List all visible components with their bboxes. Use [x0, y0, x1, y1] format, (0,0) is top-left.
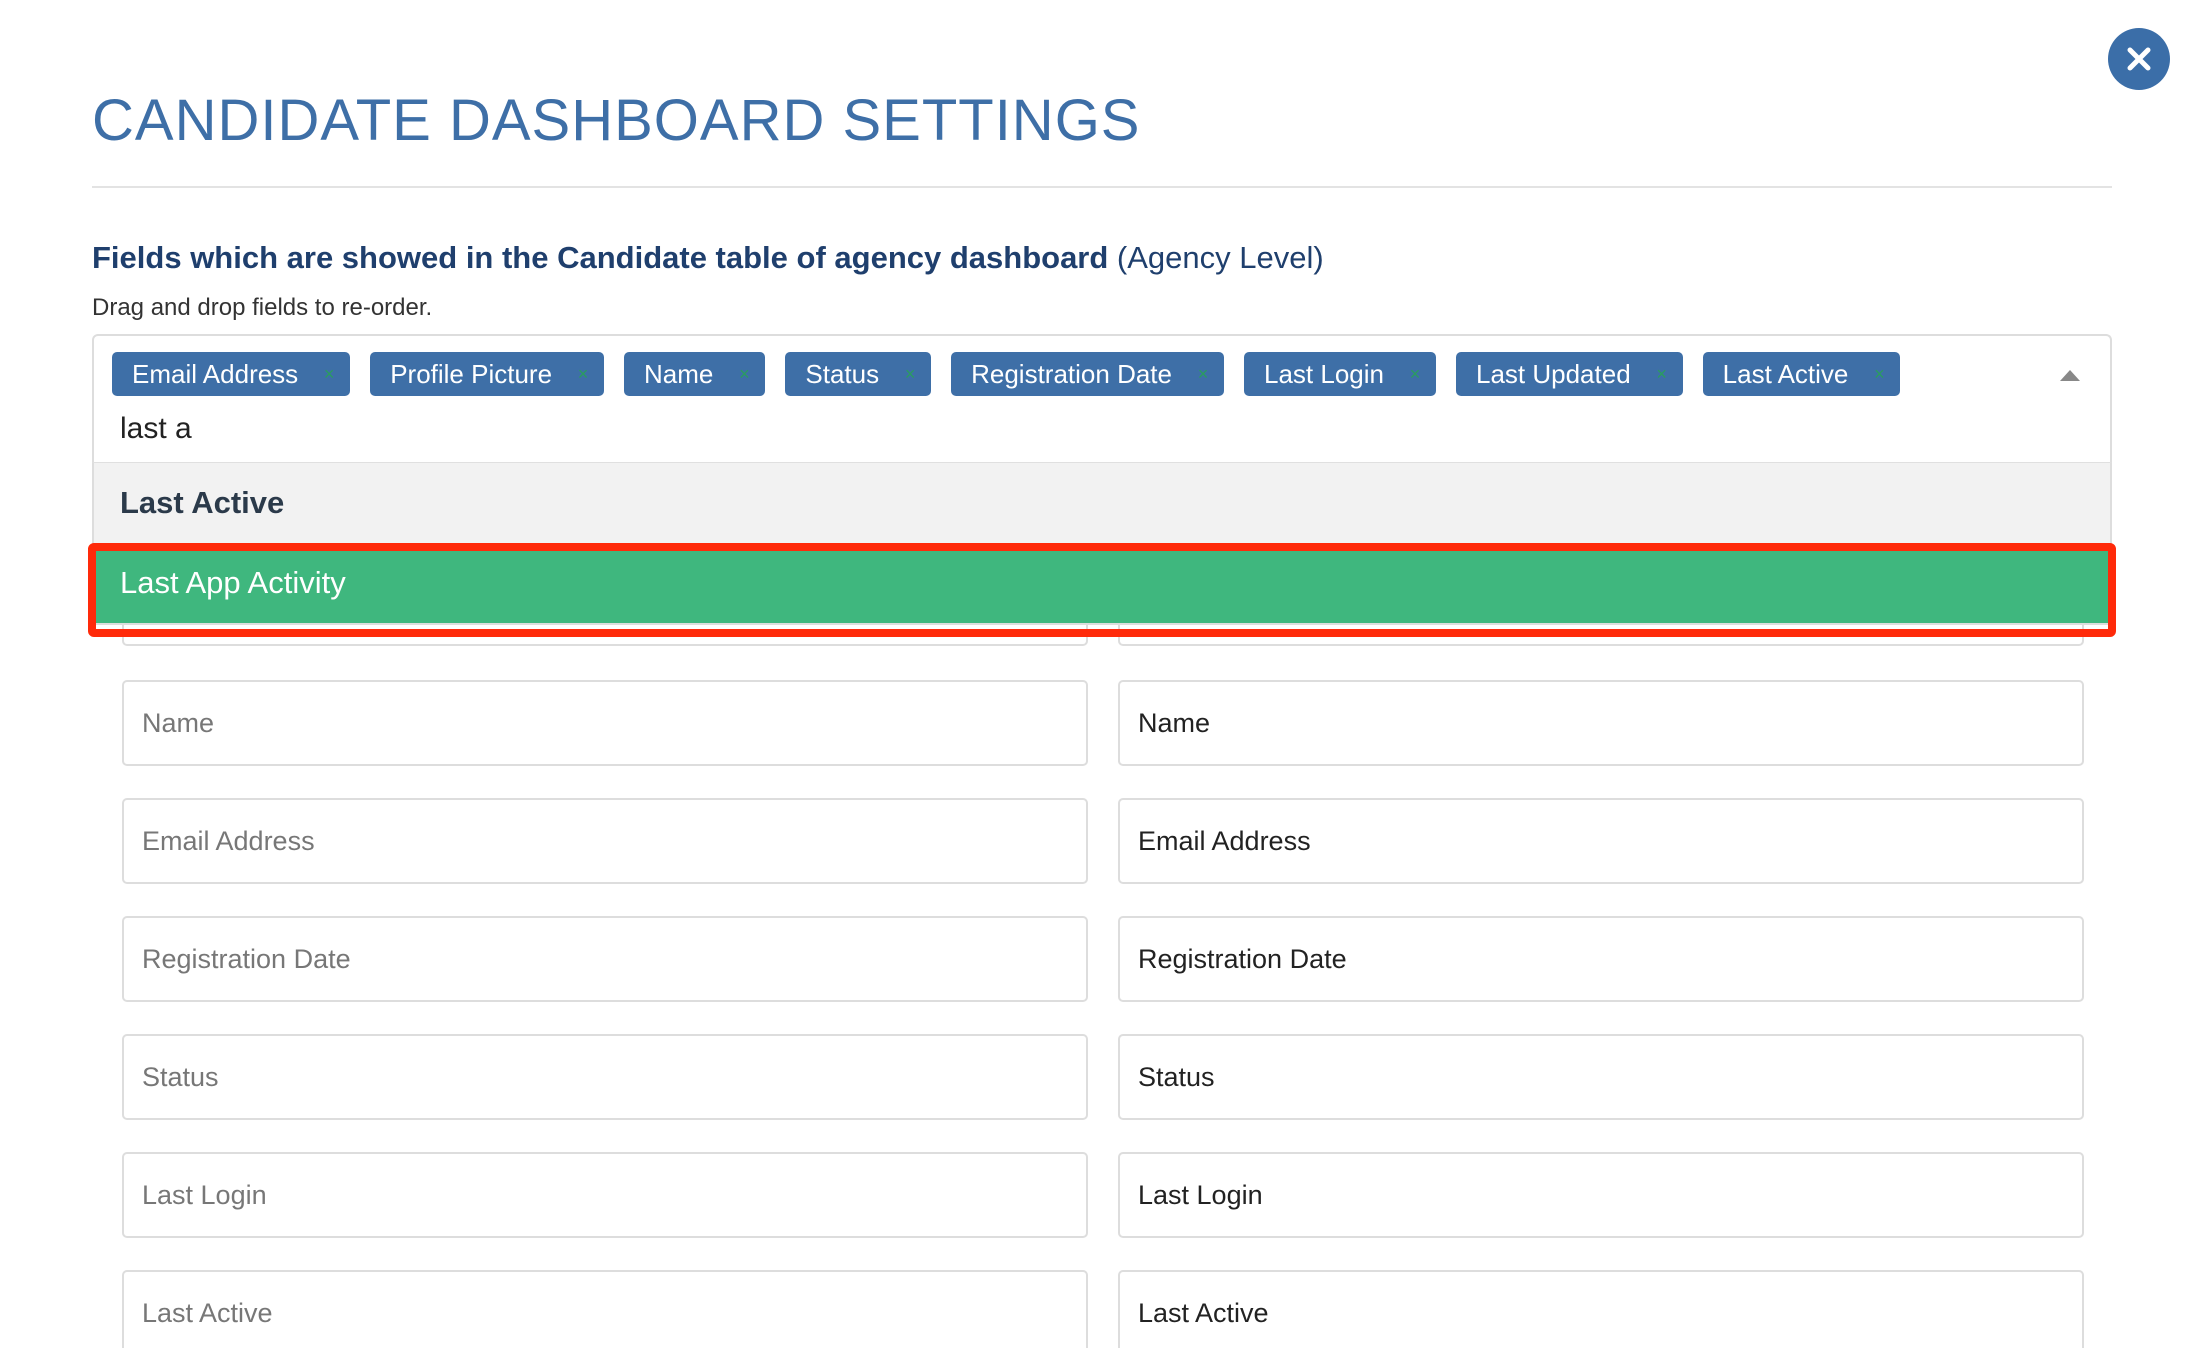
remove-chip-icon[interactable]: × — [322, 364, 336, 385]
caret-up-icon[interactable] — [2060, 370, 2080, 381]
close-icon — [2127, 47, 2151, 71]
remove-chip-icon[interactable]: × — [1655, 364, 1669, 385]
fields-dropdown: Last Active Last App Activity — [92, 462, 2112, 625]
label-value-input[interactable]: Status — [1118, 1034, 2084, 1120]
dropdown-option-last-active[interactable]: Last Active — [94, 463, 2110, 543]
label-placeholder-input[interactable]: Email Address — [122, 798, 1088, 884]
remove-chip-icon[interactable]: × — [576, 364, 590, 385]
dropdown-option-last-app-activity[interactable]: Last App Activity — [94, 543, 2110, 623]
remove-chip-icon[interactable]: × — [1196, 364, 1210, 385]
section-heading: Fields which are showed in the Candidate… — [92, 238, 1324, 278]
settings-modal: CANDIDATE DASHBOARD SETTINGS Fields whic… — [0, 0, 2188, 1348]
remove-chip-icon[interactable]: × — [903, 364, 917, 385]
label-value-input[interactable]: Last Active — [1118, 1270, 2084, 1348]
field-chip[interactable]: Last Active × — [1702, 352, 1901, 396]
label-value-input[interactable]: Name — [1118, 680, 2084, 766]
field-chip-label: Last Login — [1264, 358, 1384, 389]
label-placeholder-input[interactable]: Last Login — [122, 1152, 1088, 1238]
field-chip[interactable]: Registration Date × — [951, 352, 1224, 396]
section-heading-level: (Agency Level) — [1108, 240, 1324, 275]
remove-chip-icon[interactable]: × — [737, 364, 751, 385]
field-chip-label: Last Updated — [1475, 358, 1631, 389]
field-chip-label: Last Active — [1722, 358, 1849, 389]
fields-multiselect[interactable]: Email Address × Profile Picture × Name ×… — [92, 334, 2112, 464]
label-value-input[interactable]: Registration Date — [1118, 916, 2084, 1002]
field-chip-label: Profile Picture — [390, 358, 553, 389]
field-chip-label: Email Address — [132, 358, 299, 389]
page-title: CANDIDATE DASHBOARD SETTINGS — [92, 88, 1141, 153]
label-placeholder-input[interactable]: Last Active — [122, 1270, 1088, 1348]
field-chip[interactable]: Last Updated × — [1455, 352, 1683, 396]
field-chip[interactable]: Email Address × — [112, 352, 351, 396]
remove-chip-icon[interactable]: × — [1872, 364, 1886, 385]
title-divider — [92, 186, 2112, 188]
label-placeholder-input[interactable]: Registration Date — [122, 916, 1088, 1002]
field-chip[interactable]: Last Login × — [1244, 352, 1436, 396]
field-chip[interactable]: Profile Picture × — [370, 352, 605, 396]
field-chip[interactable]: Name × — [624, 352, 766, 396]
field-search-input[interactable] — [120, 406, 720, 452]
field-chip[interactable]: Status × — [785, 352, 932, 396]
section-heading-main: Fields which are showed in the Candidate… — [92, 240, 1109, 275]
helper-text: Drag and drop fields to re-order. — [92, 294, 433, 321]
field-chip-label: Status — [805, 358, 880, 389]
remove-chip-icon[interactable]: × — [1408, 364, 1422, 385]
label-placeholder-input[interactable]: Status — [122, 1034, 1088, 1120]
label-placeholder-input[interactable]: Name — [122, 680, 1088, 766]
close-button[interactable] — [2108, 28, 2170, 90]
field-chip-label: Name — [644, 358, 714, 389]
selected-fields-list: Email Address × Profile Picture × Name ×… — [112, 352, 2030, 396]
field-chip-label: Registration Date — [971, 358, 1172, 389]
label-value-input[interactable]: Last Login — [1118, 1152, 2084, 1238]
label-value-input[interactable]: Email Address — [1118, 798, 2084, 884]
